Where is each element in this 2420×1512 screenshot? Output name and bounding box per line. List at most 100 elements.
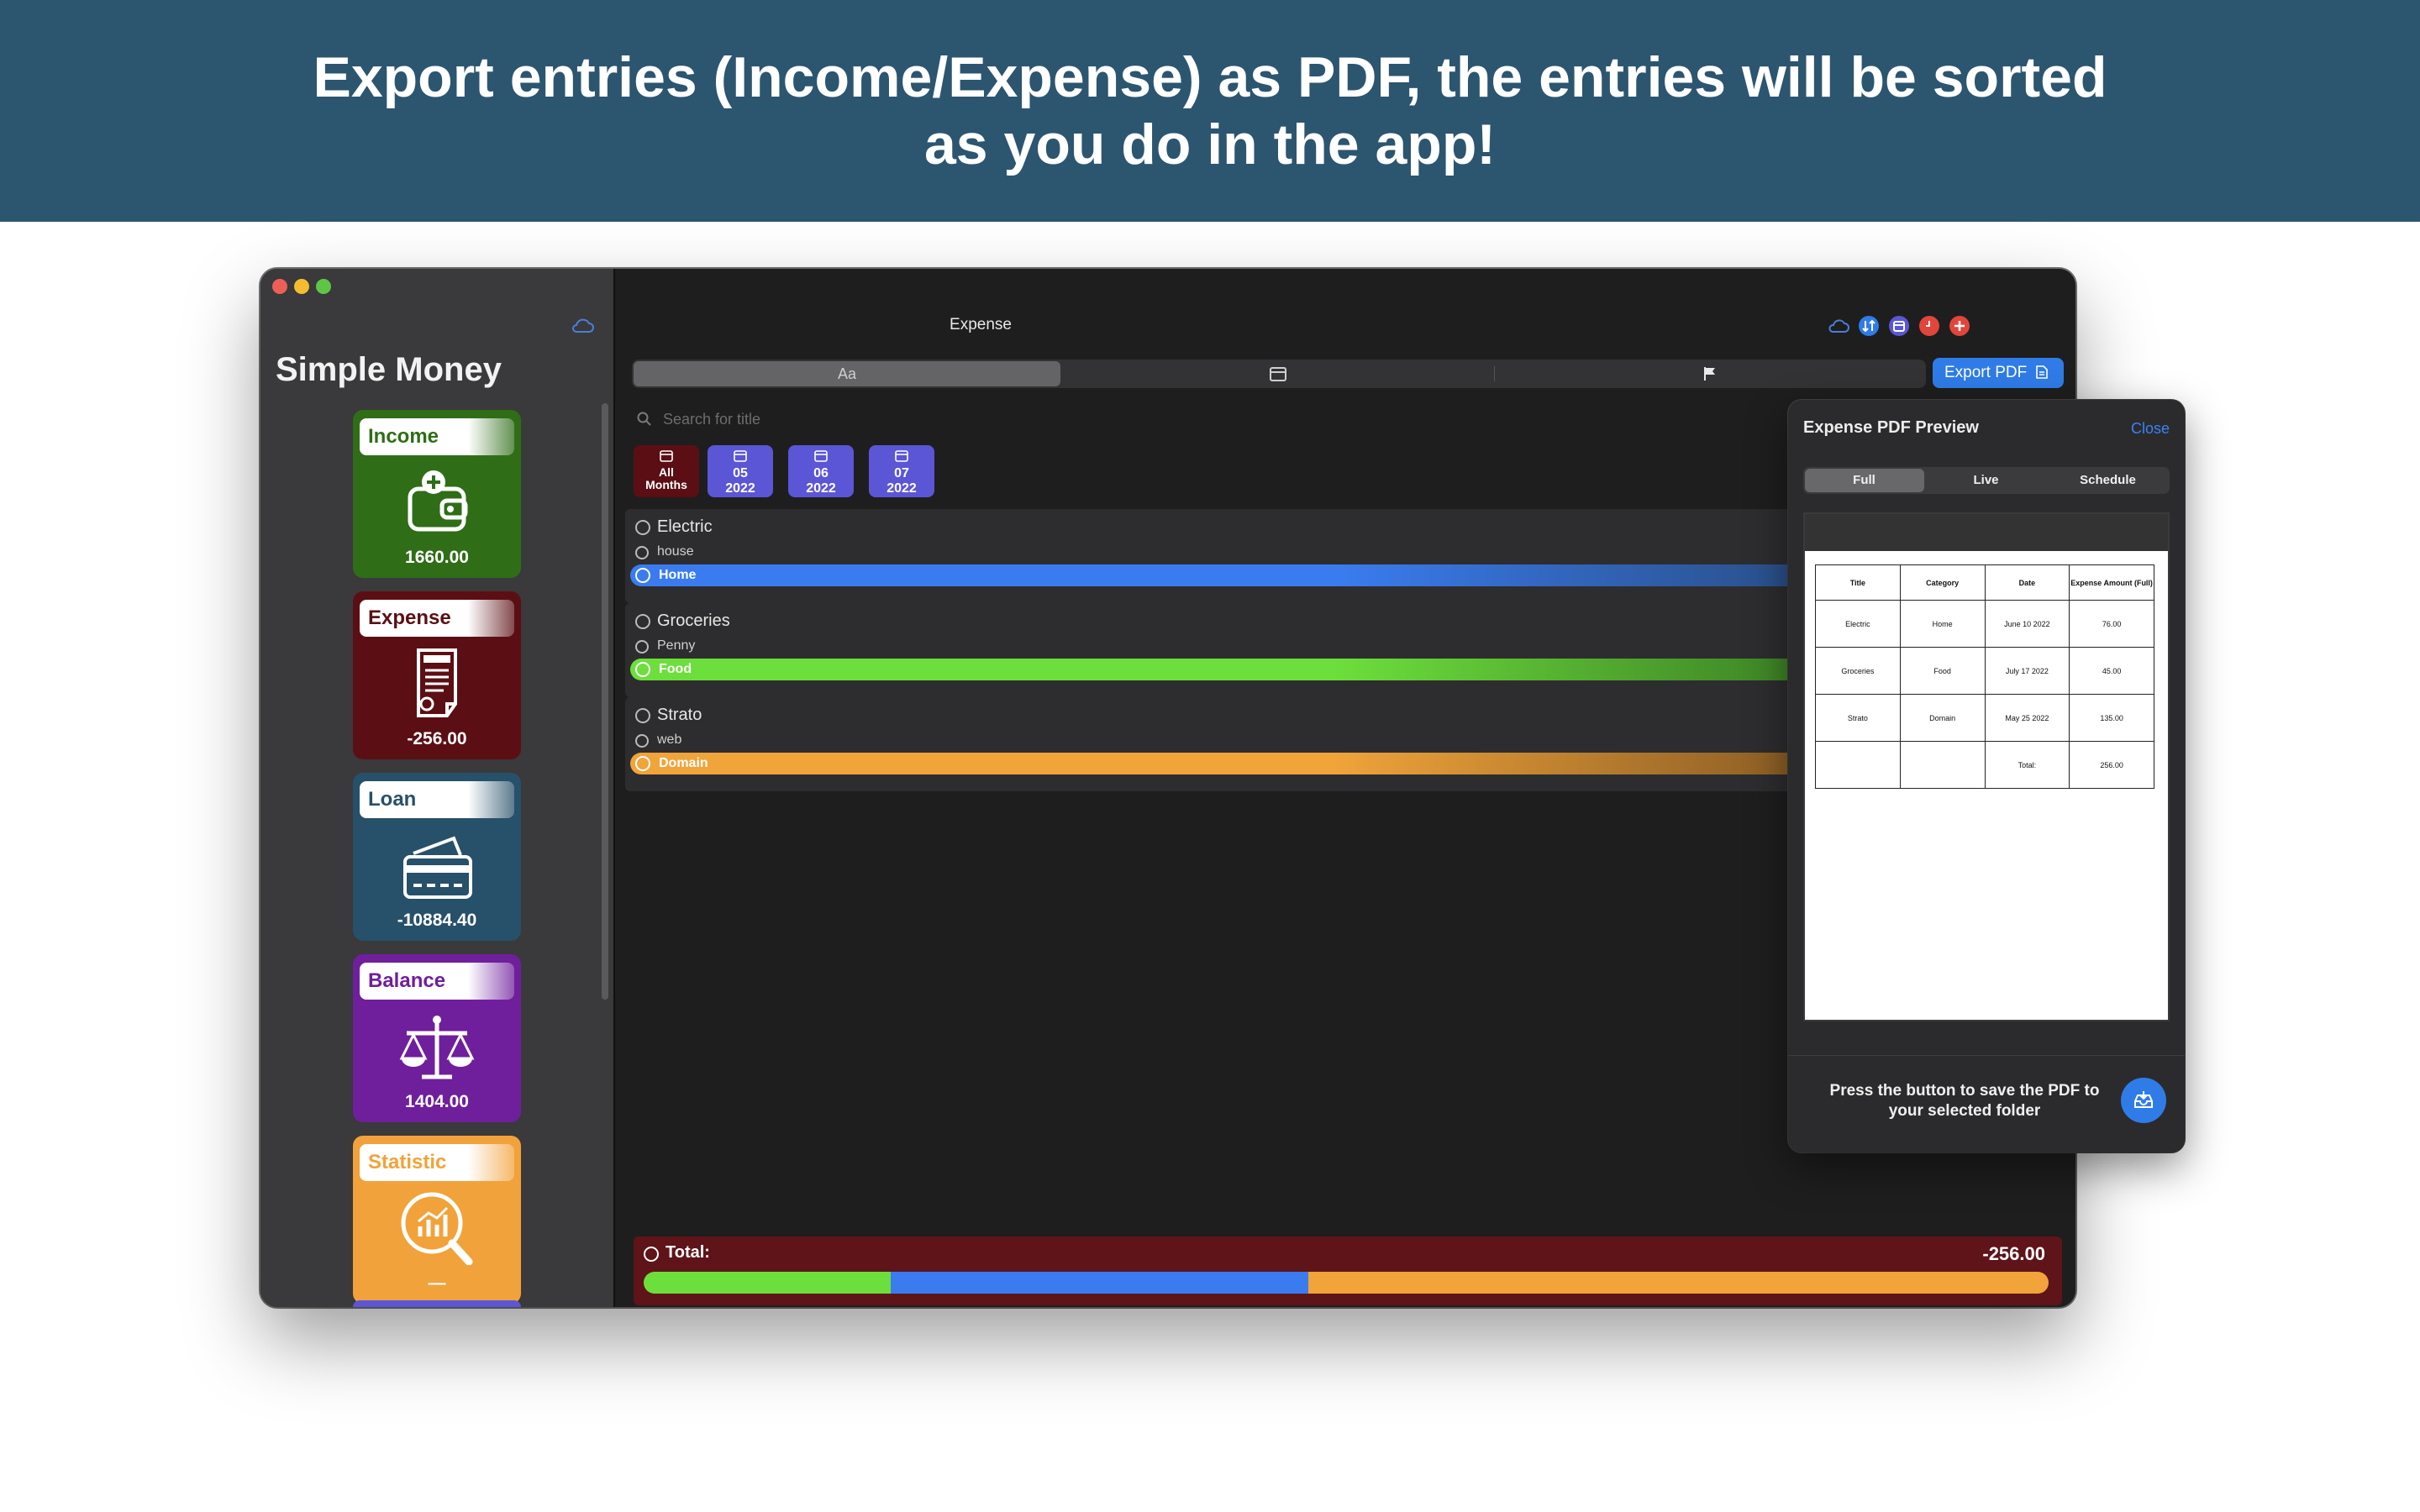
cell: May 25 2022: [1984, 694, 2070, 742]
minus-icon: [644, 1247, 659, 1262]
statistic-card-label: Statistic: [360, 1144, 514, 1181]
segment-sort-flag[interactable]: [1494, 360, 1926, 388]
table-header-row: Title Category Date Expense Amount (Full…: [1815, 564, 2154, 601]
next-card-edge[interactable]: [353, 1300, 521, 1307]
chip-line2: 2022: [886, 481, 917, 496]
pdf-mode-segmented-control: Full Live Schedule: [1803, 467, 2170, 494]
segment-schedule[interactable]: Schedule: [2047, 467, 2169, 494]
balance-card-value: 1404.00: [405, 1092, 469, 1111]
segment-full[interactable]: Full: [1803, 467, 1925, 494]
entry-status-icon: [635, 520, 650, 535]
app-title: Simple Money: [276, 351, 502, 388]
sort-icon[interactable]: [1857, 314, 1881, 338]
expense-entry-row[interactable]: Groceries Penny Food: [625, 603, 1802, 697]
scales-icon: [399, 1016, 475, 1079]
entry-category-bar: Domain: [630, 753, 1802, 774]
statistic-card[interactable]: Statistic —: [353, 1136, 521, 1304]
promo-banner: Export entries (Income/Expense) as PDF, …: [0, 0, 2420, 222]
total-label: Total:: [666, 1243, 710, 1262]
cell: Domain: [1899, 694, 1986, 742]
export-pdf-button[interactable]: Export PDF: [1933, 358, 2064, 388]
tray-download-icon: [2134, 1091, 2153, 1108]
total-value: -256.00: [1982, 1243, 2045, 1264]
entry-category: Domain: [659, 756, 708, 770]
entry-title: Strato: [657, 706, 702, 724]
cloud-icon[interactable]: [1827, 314, 1850, 338]
chip-line1: 07: [894, 466, 909, 480]
month-chip-05-2022[interactable]: 05 2022: [708, 445, 773, 497]
loan-card[interactable]: Loan -10884.40: [353, 773, 521, 941]
calendar-icon: [660, 450, 673, 462]
zoom-window-button[interactable]: [316, 279, 331, 294]
header-date: Date: [1984, 564, 2070, 601]
document-icon: [2036, 365, 2049, 379]
loan-card-value: -10884.40: [397, 911, 477, 930]
entry-category: Home: [659, 568, 697, 582]
calendar-filter-icon[interactable]: [1887, 314, 1911, 338]
calendar-icon: [895, 450, 908, 462]
entry-title: Electric: [657, 517, 713, 536]
category-icon: [635, 756, 650, 771]
wallet-icon: [408, 470, 468, 532]
header-category: Category: [1899, 564, 1986, 601]
cell: Food: [1899, 647, 1986, 695]
statistic-card-value: —: [428, 1273, 446, 1293]
popover-footer: Press the button to save the PDF to your…: [1788, 1055, 2185, 1152]
invoice-icon: [417, 648, 457, 717]
month-chip-07-2022[interactable]: 07 2022: [869, 445, 934, 497]
search-placeholder: Search for title: [663, 411, 761, 428]
expense-card-label: Expense: [360, 600, 514, 637]
pdf-preview-popover: Expense PDF Preview Close Full Live Sche…: [1788, 400, 2185, 1152]
close-window-button[interactable]: [272, 279, 287, 294]
total-summary: Total: -256.00: [634, 1236, 2062, 1305]
entry-subtitle: Penny: [657, 638, 696, 653]
cell: 45.00: [2069, 647, 2154, 695]
entry-status-icon: [635, 708, 650, 723]
chip-line1: All: [659, 465, 674, 479]
expense-entry-row[interactable]: Strato web Domain: [625, 697, 1802, 791]
entry-category-bar: Food: [630, 659, 1802, 680]
sort-segmented-control: Aa: [632, 360, 1926, 388]
header-title: Title: [1815, 564, 1901, 601]
cell: Total:: [1984, 741, 2070, 789]
search-field[interactable]: Search for title: [637, 407, 1225, 432]
sidebar: Simple Money Income 1660.00 Expense -256…: [260, 269, 613, 1307]
page-title: Expense: [950, 316, 1012, 333]
segment-sort-title[interactable]: Aa: [632, 360, 1062, 388]
cell: 135.00: [2069, 694, 2154, 742]
income-card-value: 1660.00: [405, 548, 469, 567]
close-button[interactable]: Close: [2131, 420, 2170, 438]
segment-sort-date[interactable]: [1062, 360, 1494, 388]
sidebar-scrollbar[interactable]: [602, 403, 608, 1000]
month-chip-all[interactable]: All Months: [634, 445, 699, 497]
balance-card[interactable]: Balance 1404.00: [353, 954, 521, 1122]
share-segment-food: [644, 1272, 892, 1294]
save-pdf-button[interactable]: [2121, 1078, 2166, 1123]
chip-line2: 2022: [725, 481, 755, 496]
loan-card-label: Loan: [360, 781, 514, 818]
expense-entry-row[interactable]: Electric house Home: [625, 509, 1802, 603]
cell: [1815, 741, 1901, 789]
table-row: Strato Domain May 25 2022 135.00: [1815, 694, 2154, 742]
calendar-icon: [814, 450, 828, 462]
clock-icon[interactable]: [1918, 314, 1941, 338]
cell: Electric: [1815, 600, 1901, 648]
popover-title: Expense PDF Preview: [1803, 418, 1979, 437]
minimize-window-button[interactable]: [294, 279, 309, 294]
entry-status-icon: [635, 614, 650, 629]
chip-line2: 2022: [806, 481, 836, 496]
balance-card-label: Balance: [360, 963, 514, 1000]
segment-live[interactable]: Live: [1925, 467, 2047, 494]
entry-subtitle: house: [657, 544, 694, 559]
add-icon[interactable]: [1948, 314, 1971, 338]
pdf-preview-page[interactable]: Title Category Date Expense Amount (Full…: [1803, 512, 2170, 1021]
entry-title: Groceries: [657, 612, 730, 630]
entry-subtitle: web: [657, 732, 682, 747]
expense-card[interactable]: Expense -256.00: [353, 591, 521, 759]
income-card[interactable]: Income 1660.00: [353, 410, 521, 578]
pdf-preview-header: [1805, 514, 2168, 551]
cloud-sync-icon[interactable]: [570, 316, 595, 334]
cell: Strato: [1815, 694, 1901, 742]
magnifier-chart-icon: [401, 1192, 473, 1265]
month-chip-06-2022[interactable]: 06 2022: [788, 445, 854, 497]
